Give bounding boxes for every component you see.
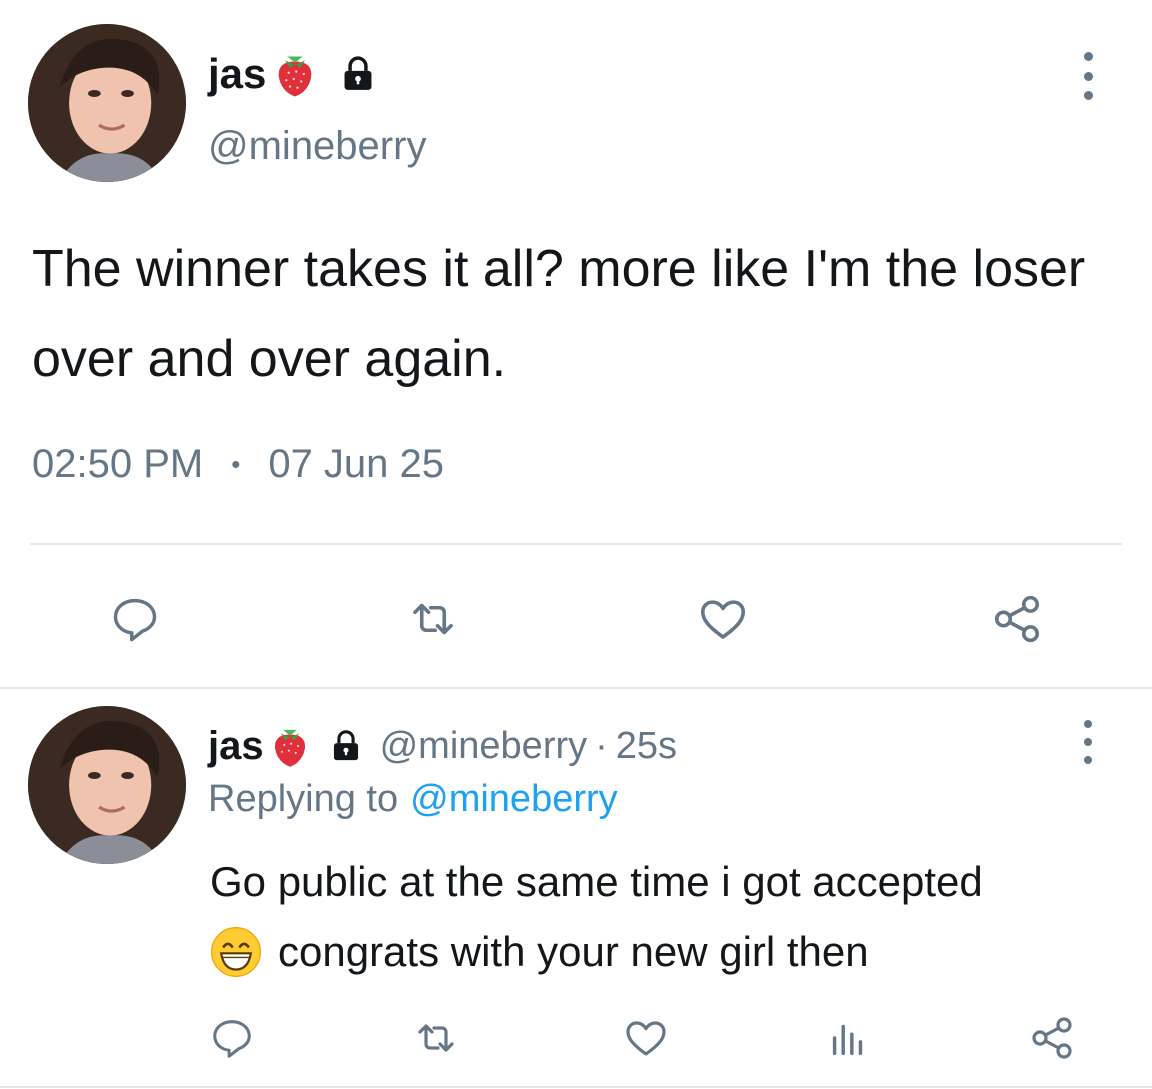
tweet-time[interactable]: 02:50 PM xyxy=(32,442,203,487)
replying-to-line: Replying to @mineberry xyxy=(208,778,618,821)
user-name-row: jas xyxy=(208,44,380,104)
handle[interactable]: @mineberry xyxy=(380,725,588,768)
meta-separator: · xyxy=(595,724,608,767)
share-icon[interactable] xyxy=(1026,1014,1078,1062)
display-name[interactable]: jas xyxy=(208,724,264,769)
tweet-text: The winner takes it all? more like I'm t… xyxy=(32,240,1086,388)
divider xyxy=(0,1086,1152,1088)
replying-prefix: Replying to xyxy=(208,778,399,820)
share-icon[interactable] xyxy=(988,592,1046,646)
retweet-icon[interactable] xyxy=(410,1014,462,1062)
reply-text-line1: Go public at the same time i got accepte… xyxy=(210,858,983,905)
timestamp-separator: • xyxy=(231,449,241,479)
more-options-icon[interactable] xyxy=(1070,720,1106,764)
replying-handle-link[interactable]: @mineberry xyxy=(410,778,618,821)
grinning-face-icon xyxy=(208,924,264,980)
analytics-icon[interactable] xyxy=(824,1014,872,1062)
divider xyxy=(30,543,1122,545)
more-options-icon[interactable] xyxy=(1070,52,1106,100)
strawberry-icon xyxy=(268,47,322,101)
reply-icon[interactable] xyxy=(208,1014,256,1062)
lock-icon xyxy=(326,726,366,766)
tweet-age[interactable]: 25s xyxy=(616,725,677,768)
avatar[interactable] xyxy=(28,706,186,864)
like-icon[interactable] xyxy=(694,592,752,646)
tweet-date[interactable]: 07 Jun 25 xyxy=(268,442,444,487)
reply-text-line2: congrats with your new girl then xyxy=(278,928,869,975)
display-name[interactable]: jas xyxy=(208,50,266,98)
reply-header-row: jas @mineberry · 25s xyxy=(208,718,677,774)
divider xyxy=(0,687,1152,689)
handle[interactable]: @mineberry xyxy=(208,124,426,169)
reply-text-line2-row: congrats with your new girl then xyxy=(208,922,869,982)
retweet-icon[interactable] xyxy=(404,592,462,646)
avatar[interactable] xyxy=(28,24,186,182)
timestamp-row: 02:50 PM • 07 Jun 25 xyxy=(32,442,444,487)
reply-icon[interactable] xyxy=(108,592,162,646)
strawberry-icon xyxy=(266,722,314,770)
lock-icon xyxy=(336,52,380,96)
like-icon[interactable] xyxy=(620,1014,672,1062)
